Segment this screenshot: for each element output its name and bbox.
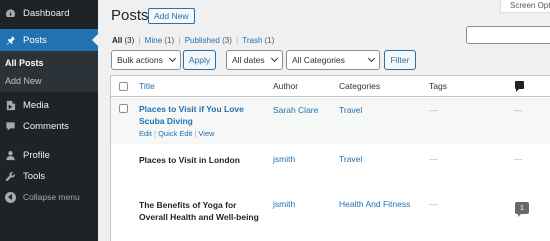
row-checkbox[interactable]: [119, 104, 128, 113]
post-tags: —: [429, 199, 438, 209]
screen-options-tab[interactable]: Screen Opt: [500, 0, 550, 13]
posts-table: Title Author Categories Tags Places to V…: [110, 75, 550, 241]
current-menu-arrow: [92, 34, 98, 46]
comments-column-icon[interactable]: [515, 81, 524, 92]
menu-label-posts: Posts: [23, 34, 47, 46]
date-filter-value: All dates: [232, 55, 265, 65]
page-title: Posts: [111, 7, 149, 24]
post-tags: —: [429, 154, 438, 164]
filter-trash[interactable]: Trash (1): [242, 36, 274, 45]
menu-label-profile: Profile: [23, 149, 50, 161]
bulk-actions-value: Bulk actions: [117, 55, 163, 65]
filter-mine-count: (1): [164, 36, 175, 45]
submenu-add-new[interactable]: Add New: [5, 76, 42, 86]
menu-item-media[interactable]: Media: [0, 97, 98, 113]
filter-trash-count: (1): [264, 36, 275, 45]
menu-item-posts[interactable]: Posts: [0, 29, 98, 51]
collapse-arrow-icon: [4, 191, 16, 203]
post-author-link[interactable]: Sarah Clare: [273, 105, 318, 115]
column-title[interactable]: Title: [139, 81, 155, 91]
search-posts-input[interactable]: [466, 26, 550, 44]
dashboard-icon: [4, 7, 16, 19]
filter-separator: |: [138, 36, 141, 45]
post-title-link-line2[interactable]: Overall Health and Well-being: [139, 211, 259, 223]
date-filter-select[interactable]: All dates: [226, 50, 283, 70]
filter-button[interactable]: Filter: [384, 50, 416, 70]
category-filter-select[interactable]: All Categories: [286, 50, 380, 70]
menu-item-profile[interactable]: Profile: [0, 147, 98, 163]
table-row: Places to Visit if You Love Scuba Diving…: [111, 98, 550, 144]
post-status-filters: All (3) | Mine (1) | Published (3) | Tra…: [112, 36, 274, 45]
edit-link[interactable]: Edit: [139, 129, 152, 138]
post-category-link[interactable]: Travel: [339, 105, 362, 115]
filter-separator: |: [178, 36, 181, 45]
post-title-cell: Places to Visit if You Love Scuba Diving…: [139, 103, 244, 138]
user-icon: [4, 149, 16, 161]
collapse-menu-button[interactable]: Collapse menu: [0, 189, 98, 205]
post-title-cell: The Benefits of Yoga for Overall Health …: [139, 199, 259, 223]
submenu-all-posts[interactable]: All Posts: [5, 58, 44, 68]
menu-item-comments[interactable]: Comments: [0, 118, 98, 134]
post-title-link[interactable]: Places to Visit if You Love: [139, 103, 244, 115]
post-author-link[interactable]: jsmith: [273, 154, 295, 164]
post-title-link-line2[interactable]: Scuba Diving: [139, 115, 244, 127]
category-filter-value: All Categories: [292, 55, 345, 65]
comment-count-bubble[interactable]: 1: [515, 202, 529, 217]
filter-mine[interactable]: Mine (1): [145, 36, 174, 45]
wrench-icon: [4, 170, 16, 182]
filter-separator: |: [236, 36, 239, 45]
post-title-cell: Places to Visit in London: [139, 154, 240, 166]
table-row: Places to Visit in London jsmith Travel …: [111, 144, 550, 190]
post-title-link[interactable]: The Benefits of Yoga for: [139, 199, 259, 211]
chevron-down-icon: [168, 54, 177, 63]
post-category-link[interactable]: Health And Fitness: [339, 199, 410, 209]
post-category-link[interactable]: Travel: [339, 154, 362, 164]
row-action-separator: |: [194, 129, 197, 138]
table-header: Title Author Categories Tags: [111, 76, 550, 97]
filter-published-label: Published: [184, 36, 220, 45]
select-all-checkbox[interactable]: [119, 82, 128, 91]
menu-label-tools: Tools: [23, 170, 46, 182]
pushpin-icon: [4, 34, 16, 46]
filter-published-count: (3): [222, 36, 232, 45]
filter-all-count: (3): [124, 36, 135, 45]
row-action-separator: |: [154, 129, 156, 138]
comments-icon: [4, 120, 16, 132]
chevron-down-icon: [367, 54, 376, 63]
post-title-link[interactable]: Places to Visit in London: [139, 154, 240, 166]
filter-all-label: All: [112, 36, 123, 45]
add-new-post-button[interactable]: Add New: [148, 8, 195, 24]
menu-item-dashboard[interactable]: Dashboard: [0, 4, 98, 22]
quick-edit-link[interactable]: Quick Edit: [158, 129, 192, 138]
filter-trash-label: Trash: [242, 36, 263, 45]
post-comments: —: [514, 154, 523, 164]
chevron-down-icon: [270, 54, 279, 63]
filter-published[interactable]: Published (3): [185, 36, 232, 45]
collapse-menu-label: Collapse menu: [23, 192, 80, 202]
row-actions: Edit | Quick Edit | View: [139, 129, 244, 138]
filter-mine-label: Mine: [144, 36, 163, 45]
menu-label-dashboard: Dashboard: [23, 7, 70, 19]
post-author-link[interactable]: jsmith: [273, 199, 295, 209]
menu-label-media: Media: [23, 99, 49, 111]
menu-item-tools[interactable]: Tools: [0, 168, 98, 184]
posts-submenu: All Posts Add New: [0, 51, 98, 92]
bulk-actions-select[interactable]: Bulk actions: [111, 50, 181, 70]
column-categories: Categories: [339, 81, 381, 91]
view-link[interactable]: View: [198, 129, 214, 138]
post-comments: —: [514, 105, 523, 115]
post-tags: —: [429, 105, 438, 115]
column-tags: Tags: [429, 81, 447, 91]
apply-button[interactable]: Apply: [183, 50, 216, 70]
filter-all[interactable]: All (3): [112, 36, 134, 45]
column-author: Author: [273, 81, 299, 91]
media-icon: [4, 99, 16, 111]
collapse-icon-wrap: [4, 191, 16, 203]
admin-sidebar: Dashboard Posts All Posts Add New Media …: [0, 0, 98, 241]
menu-label-comments: Comments: [23, 120, 69, 132]
table-row: The Benefits of Yoga for Overall Health …: [111, 190, 550, 241]
